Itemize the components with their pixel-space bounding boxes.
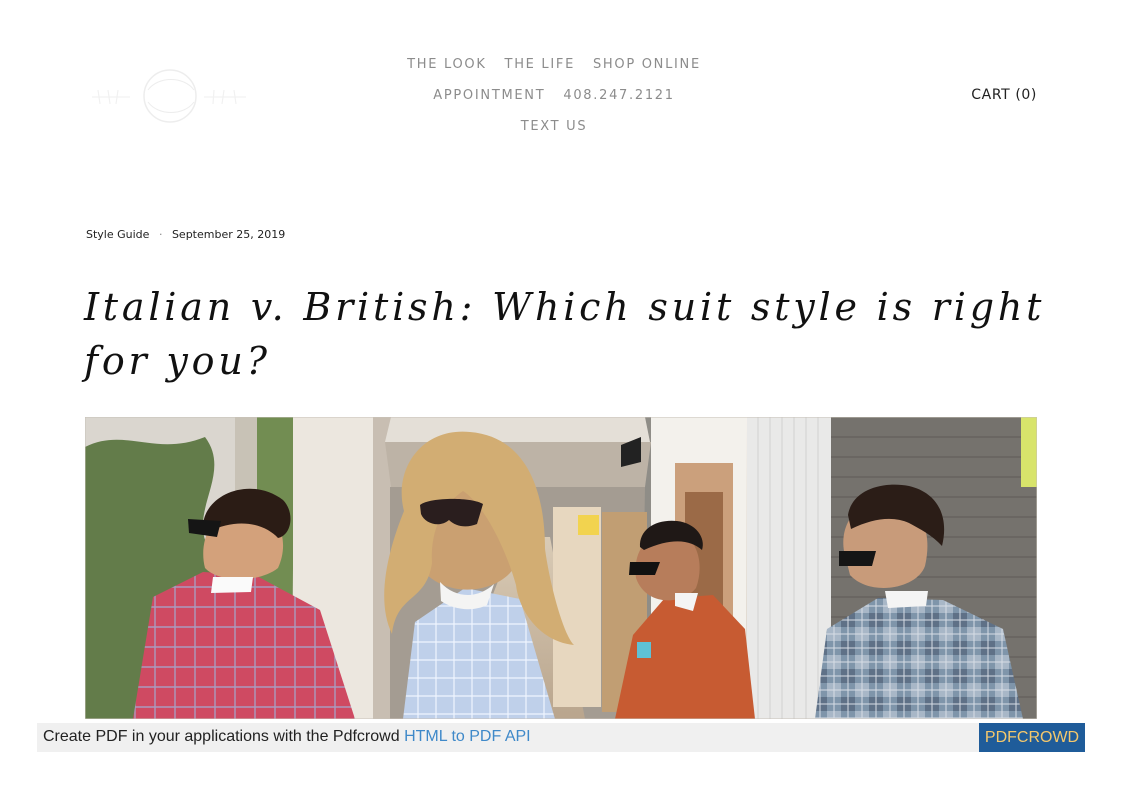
pdfcrowd-banner-text: Create PDF in your applications with the… [43, 728, 531, 746]
nav-row-contact: APPOINTMENT 408.247.2121 [300, 85, 808, 116]
nav-link-text-us[interactable]: TEXT US [521, 116, 588, 147]
post-category[interactable]: Style Guide [86, 228, 149, 241]
hero-image [85, 417, 1037, 719]
meta-separator: · [158, 228, 163, 241]
nav-link-appointment[interactable]: APPOINTMENT [433, 85, 545, 116]
main-navigation: THE LOOK THE LIFE SHOP ONLINE APPOINTMEN… [300, 54, 808, 147]
post-date: September 25, 2019 [171, 228, 286, 241]
pdfcrowd-message: Create PDF in your applications with the… [43, 728, 400, 745]
post-meta: Style Guide · September 25, 2019 [86, 228, 285, 241]
nav-link-shop-online[interactable]: SHOP ONLINE [593, 54, 701, 85]
nav-row-primary: THE LOOK THE LIFE SHOP ONLINE [300, 54, 808, 85]
nav-link-the-look[interactable]: THE LOOK [407, 54, 486, 85]
nav-link-phone[interactable]: 408.247.2121 [563, 85, 674, 116]
nav-link-the-life[interactable]: THE LIFE [505, 54, 575, 85]
hero-photo-illustration [85, 417, 1037, 719]
pdfcrowd-banner: Create PDF in your applications with the… [37, 723, 1085, 752]
brand-logo-mark [92, 69, 246, 123]
cart-link[interactable]: CART (0) [971, 87, 1037, 103]
nav-row-text: TEXT US [300, 116, 808, 147]
pdfcrowd-button[interactable]: PDFCROWD [979, 723, 1085, 752]
pdfcrowd-api-link[interactable]: HTML to PDF API [404, 728, 531, 745]
brand-logo[interactable] [86, 66, 251, 126]
post-title: Italian v. British: Which suit style is … [84, 285, 1046, 383]
